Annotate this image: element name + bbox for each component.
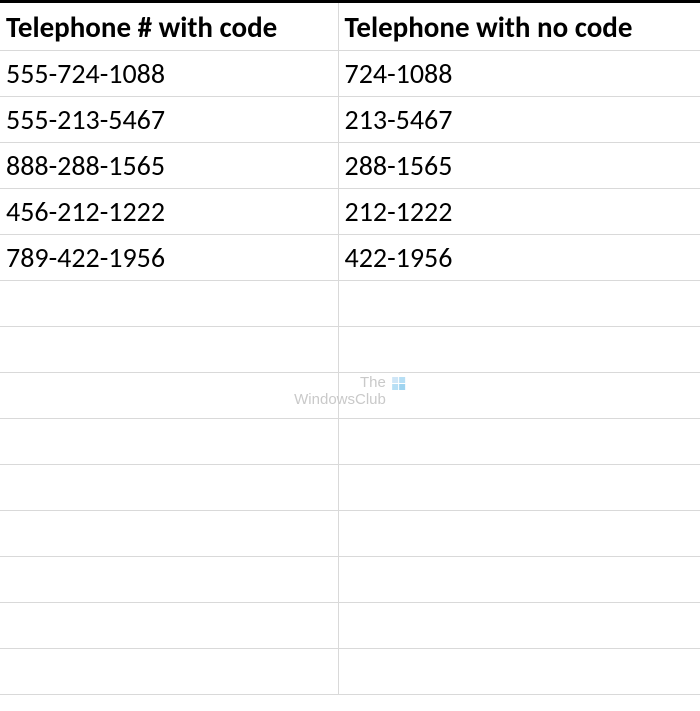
cell[interactable]: 422-1956 (338, 235, 700, 281)
cell[interactable]: 888-288-1565 (0, 143, 338, 189)
table-row (0, 465, 700, 511)
cell[interactable] (338, 373, 700, 419)
cell[interactable]: 288-1565 (338, 143, 700, 189)
cell[interactable]: 555-724-1088 (0, 51, 338, 97)
column-header-with-code[interactable]: Telephone # with code (0, 2, 338, 51)
table-row (0, 603, 700, 649)
cell[interactable]: 456-212-1222 (0, 189, 338, 235)
table-row (0, 281, 700, 327)
table-row (0, 419, 700, 465)
table-row: 555-724-1088 724-1088 (0, 51, 700, 97)
cell[interactable] (338, 465, 700, 511)
cell[interactable] (338, 327, 700, 373)
cell[interactable] (338, 419, 700, 465)
table-row: 555-213-5467 213-5467 (0, 97, 700, 143)
cell[interactable] (0, 281, 338, 327)
cell[interactable] (338, 603, 700, 649)
cell[interactable] (0, 511, 338, 557)
table-row (0, 557, 700, 603)
table-header-row: Telephone # with code Telephone with no … (0, 2, 700, 51)
cell[interactable] (0, 649, 338, 695)
cell[interactable] (0, 557, 338, 603)
column-header-no-code[interactable]: Telephone with no code (338, 2, 700, 51)
table-row (0, 649, 700, 695)
cell[interactable] (0, 419, 338, 465)
table-row (0, 511, 700, 557)
table-row: 888-288-1565 288-1565 (0, 143, 700, 189)
table-row: 456-212-1222 212-1222 (0, 189, 700, 235)
cell[interactable]: 212-1222 (338, 189, 700, 235)
cell[interactable] (338, 511, 700, 557)
table-row (0, 373, 700, 419)
cell[interactable]: 789-422-1956 (0, 235, 338, 281)
spreadsheet-table[interactable]: Telephone # with code Telephone with no … (0, 0, 700, 695)
cell[interactable] (338, 281, 700, 327)
cell[interactable]: 555-213-5467 (0, 97, 338, 143)
cell[interactable] (338, 557, 700, 603)
table-row: 789-422-1956 422-1956 (0, 235, 700, 281)
cell[interactable] (0, 603, 338, 649)
cell[interactable]: 724-1088 (338, 51, 700, 97)
cell[interactable] (0, 327, 338, 373)
table-row (0, 327, 700, 373)
cell[interactable]: 213-5467 (338, 97, 700, 143)
cell[interactable] (338, 649, 700, 695)
cell[interactable] (0, 373, 338, 419)
cell[interactable] (0, 465, 338, 511)
